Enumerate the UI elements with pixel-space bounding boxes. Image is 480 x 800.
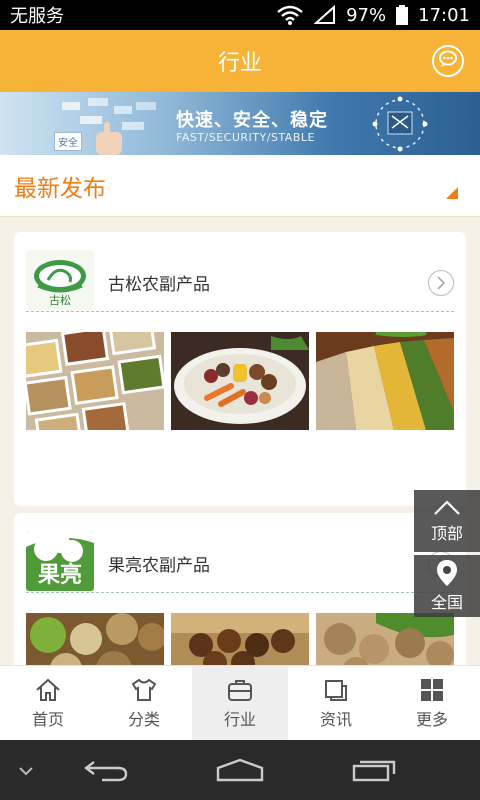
- page-title: 行业: [217, 51, 262, 76]
- chevron-up-icon: [432, 498, 462, 520]
- listing-card-header[interactable]: 古松 古松农副产品: [26, 250, 454, 312]
- news-icon: [323, 678, 349, 706]
- tab-news[interactable]: 资讯: [288, 666, 384, 741]
- grid-icon: [419, 678, 445, 706]
- banner-tag: 安全: [54, 132, 82, 151]
- product-image-row: [26, 613, 454, 665]
- clock-time: 17:01: [418, 4, 470, 26]
- clock-graphic-icon: [372, 96, 428, 152]
- location-pin-icon: [436, 559, 458, 589]
- back-to-top-label: 顶部: [430, 524, 463, 543]
- company-name: 果亮农副产品: [108, 556, 210, 576]
- bottom-tab-bar: 首页 分类 行业 资讯 更多: [0, 665, 480, 741]
- battery-icon: [396, 5, 409, 25]
- product-image-row: [26, 332, 454, 430]
- product-image-walnuts[interactable]: [316, 613, 454, 665]
- company-name: 古松农副产品: [108, 275, 210, 295]
- tab-home-label: 首页: [31, 709, 64, 729]
- back-to-top-button[interactable]: 顶部: [414, 490, 480, 552]
- app-header: 行业: [0, 30, 480, 92]
- latest-section-header[interactable]: 最新发布: [0, 155, 480, 217]
- product-image-platter[interactable]: [171, 332, 309, 430]
- chevron-right-icon[interactable]: [428, 270, 454, 296]
- nationwide-label: 全国: [430, 593, 463, 612]
- product-image-chestnuts[interactable]: [171, 613, 309, 665]
- carrier-label: 无服务: [10, 6, 64, 27]
- signal-icon: [314, 5, 336, 25]
- listing-card[interactable]: 果亮 果亮农副产品: [14, 513, 466, 665]
- battery-percent: 97%: [346, 4, 387, 26]
- shirt-icon: [130, 678, 158, 706]
- tab-more[interactable]: 更多: [384, 666, 480, 741]
- chat-bubble-icon: [438, 50, 458, 72]
- listing-card-header[interactable]: 果亮 果亮农副产品: [26, 531, 454, 593]
- product-image-nuts-green[interactable]: [26, 613, 164, 665]
- listing-card[interactable]: 古松 古松农副产品: [14, 232, 466, 506]
- logo-text: 果亮: [37, 563, 82, 588]
- chevron-down-icon[interactable]: [18, 762, 34, 781]
- product-image-rows[interactable]: [316, 332, 454, 430]
- system-nav-bar: [0, 740, 480, 800]
- listing-feed[interactable]: 古松 古松农副产品 果亮 果亮农副产品: [0, 217, 480, 665]
- banner-slogan-cn: 快速、安全、稳定: [176, 110, 328, 131]
- banner-slogan-en: FAST/SECURITY/STABLE: [176, 131, 315, 144]
- tab-industry-label: 行业: [223, 709, 256, 729]
- company-logo: 古松: [26, 250, 94, 310]
- home-icon: [35, 678, 61, 706]
- status-bar: 无服务 97% 17:01: [0, 0, 480, 30]
- nationwide-location-button[interactable]: 全国: [414, 555, 480, 617]
- tab-news-label: 资讯: [319, 709, 352, 729]
- tab-home[interactable]: 首页: [0, 666, 96, 741]
- section-title: 最新发布: [14, 175, 106, 202]
- corner-triangle-icon: [446, 187, 458, 199]
- tab-more-label: 更多: [415, 709, 448, 729]
- logo-text: 古松: [49, 294, 71, 307]
- tab-category[interactable]: 分类: [96, 666, 192, 741]
- company-logo: 果亮: [26, 531, 94, 591]
- briefcase-icon: [226, 678, 254, 706]
- product-image-grains[interactable]: [26, 332, 164, 430]
- tab-industry[interactable]: 行业: [192, 666, 288, 741]
- tab-category-label: 分类: [127, 709, 160, 729]
- recent-apps-icon[interactable]: [350, 756, 398, 788]
- message-button[interactable]: [432, 45, 464, 77]
- wifi-icon: [276, 5, 304, 25]
- promo-banner[interactable]: 安全 快速、安全、稳定 FAST/SECURITY/STABLE: [0, 92, 480, 155]
- back-icon[interactable]: [82, 756, 130, 788]
- home-nav-icon[interactable]: [214, 756, 266, 788]
